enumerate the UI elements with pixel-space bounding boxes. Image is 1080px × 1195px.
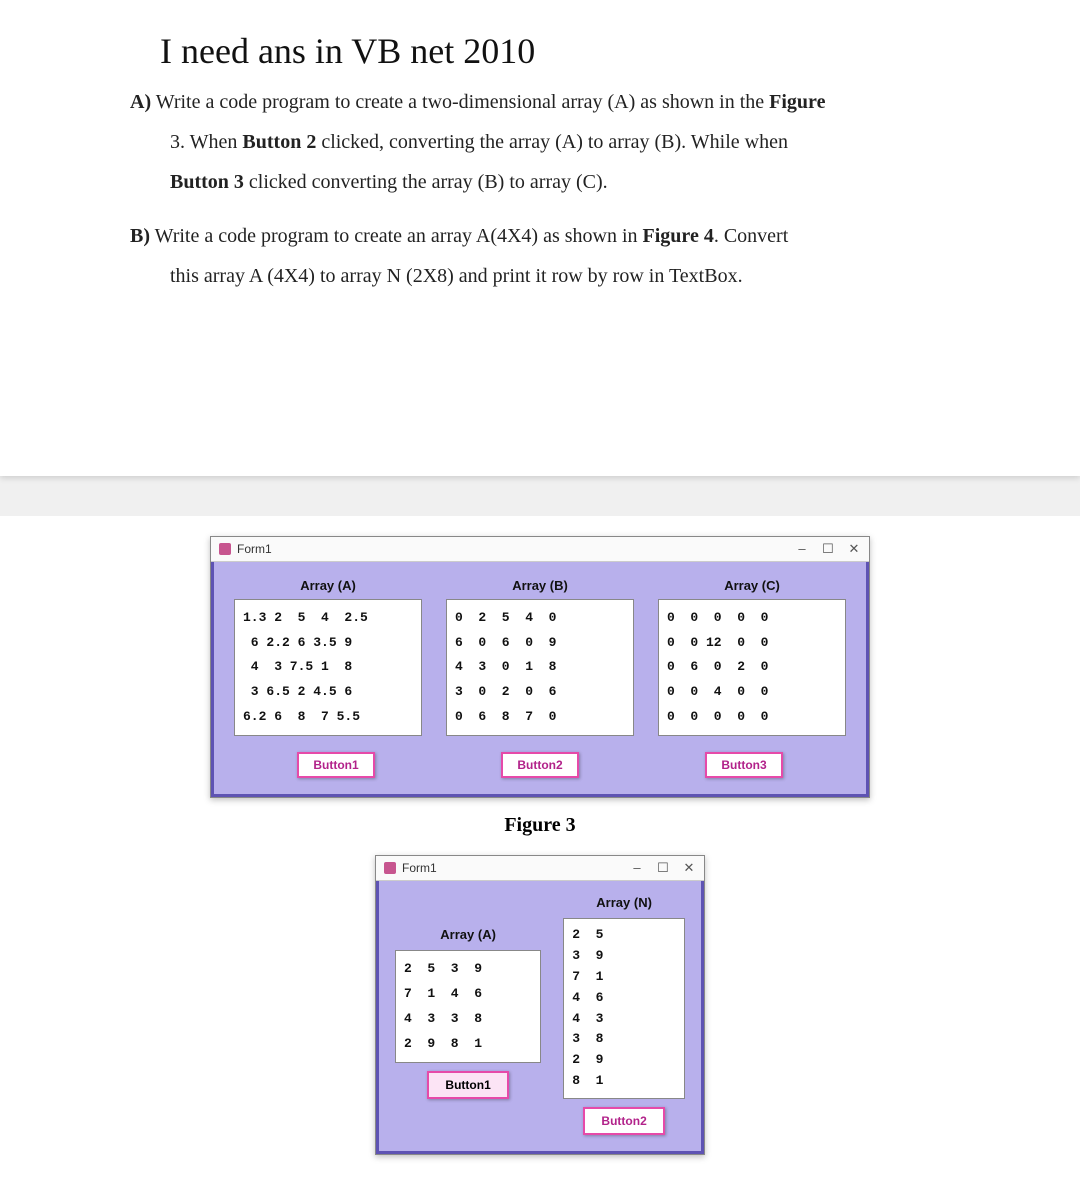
- maximize-icon[interactable]: ☐: [656, 860, 670, 876]
- figure4-array-n-values: 2 5 3 9 7 1 4 6 4 3 3 8 2 9 8 1: [563, 918, 685, 1098]
- array-a-title: Array (A): [300, 578, 356, 593]
- minimize-icon[interactable]: –: [795, 541, 809, 557]
- form-icon: [219, 543, 231, 555]
- figure3-caption: Figure 3: [504, 814, 575, 837]
- figure4-array-a-block: Array (A) 2 5 3 9 7 1 4 6 4 3 3 8 2 9 8 …: [395, 895, 541, 1099]
- figure4-button2[interactable]: Button2: [583, 1107, 664, 1135]
- part-a-line3-post: clicked converting the array (B) to arra…: [244, 171, 608, 193]
- maximize-icon[interactable]: ☐: [821, 541, 835, 557]
- figure4-window: Form1 – ☐ ✕ Array (A) 2 5 3 9 7 1 4 6 4 …: [375, 855, 705, 1154]
- array-a-values: 1.3 2 5 4 2.5 6 2.2 6 3.5 9 4 3 7.5 1 8 …: [234, 599, 422, 736]
- part-b-line2: this array A (4X4) to array N (2X8) and …: [170, 265, 743, 287]
- part-a-line2-mid: clicked, converting the array (A) to arr…: [316, 131, 788, 153]
- part-a-label: A): [130, 91, 151, 113]
- form-icon: [384, 862, 396, 874]
- part-a-figure-word: Figure: [769, 91, 825, 113]
- array-b-values: 0 2 5 4 0 6 0 6 0 9 4 3 0 1 8 3 0 2 0 6 …: [446, 599, 634, 736]
- array-b-block: Array (B) 0 2 5 4 0 6 0 6 0 9 4 3 0 1 8 …: [446, 578, 634, 736]
- figure4-array-n-block: Array (N) 2 5 3 9 7 1 4 6 4 3 3 8 2 9 8 …: [563, 895, 685, 1134]
- titlebar: Form1 – ☐ ✕: [211, 537, 869, 562]
- figure4-array-a-title: Array (A): [440, 927, 496, 942]
- part-a-line1: Write a code program to create a two-dim…: [151, 91, 769, 113]
- button1[interactable]: Button1: [297, 752, 374, 778]
- titlebar: Form1 – ☐ ✕: [376, 856, 704, 881]
- minimize-icon[interactable]: –: [630, 860, 644, 876]
- part-b-label: B): [130, 225, 150, 247]
- button2[interactable]: Button2: [501, 752, 578, 778]
- figure4-button1[interactable]: Button1: [427, 1071, 508, 1099]
- array-c-values: 0 0 0 0 0 0 0 12 0 0 0 6 0 2 0 0 0 4 0 0…: [658, 599, 846, 736]
- button3[interactable]: Button3: [705, 752, 782, 778]
- part-b-line1-post: . Convert: [714, 225, 788, 247]
- part-a-button3: Button 3: [170, 171, 244, 193]
- array-c-title: Array (C): [724, 578, 780, 593]
- array-b-title: Array (B): [512, 578, 568, 593]
- figure4-array-n-title: Array (N): [596, 895, 652, 910]
- part-a-button2: Button 2: [242, 131, 316, 153]
- form-title: Form1: [402, 861, 437, 875]
- question-body: A) Write a code program to create a two-…: [40, 82, 1040, 296]
- form-title: Form1: [237, 542, 272, 556]
- part-b-line1-pre: Write a code program to create an array …: [150, 225, 643, 247]
- part-b-figure4: Figure 4: [643, 225, 714, 247]
- close-icon[interactable]: ✕: [682, 860, 696, 876]
- figure3-window: Form1 – ☐ ✕ Array (A) 1.3 2 5 4 2.5 6 2.…: [210, 536, 870, 798]
- figure4-array-a-values: 2 5 3 9 7 1 4 6 4 3 3 8 2 9 8 1: [395, 950, 541, 1063]
- array-a-block: Array (A) 1.3 2 5 4 2.5 6 2.2 6 3.5 9 4 …: [234, 578, 422, 736]
- close-icon[interactable]: ✕: [847, 541, 861, 557]
- part-a-line2-pre: 3. When: [170, 131, 242, 153]
- array-c-block: Array (C) 0 0 0 0 0 0 0 12 0 0 0 6 0 2 0…: [658, 578, 846, 736]
- page-title: I need ans in VB net 2010: [40, 30, 1040, 82]
